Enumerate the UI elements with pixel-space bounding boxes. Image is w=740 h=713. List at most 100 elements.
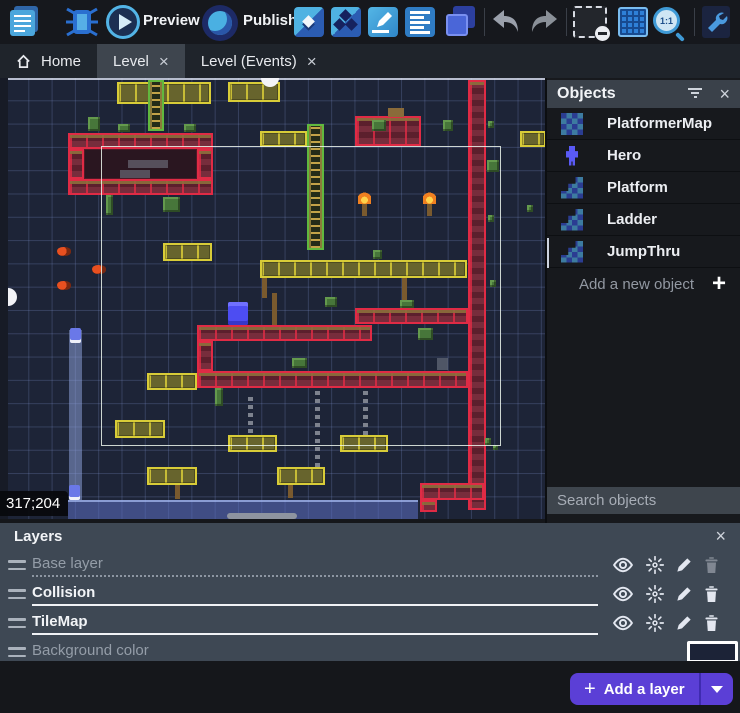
tile-yellow	[260, 260, 467, 278]
layer-name-field[interactable]: Base layer	[32, 553, 598, 577]
delete-layer-icon[interactable]	[704, 586, 719, 603]
toolbar-divider	[694, 8, 695, 36]
layer-name-field[interactable]: TileMap	[32, 611, 598, 635]
layer-name: TileMap	[32, 613, 88, 630]
edit-object-icon[interactable]	[368, 7, 398, 37]
tileset-icon	[561, 177, 583, 199]
object-item-platform[interactable]: Platform	[547, 172, 740, 204]
bottom-scrollbar-thumb[interactable]	[227, 513, 297, 519]
tab-home[interactable]: Home	[0, 44, 97, 78]
drag-handle-icon[interactable]	[8, 589, 26, 599]
effects-icon[interactable]	[646, 556, 664, 574]
tile-red	[197, 325, 372, 341]
events-sheet-icon[interactable]	[405, 7, 435, 37]
publish-button[interactable]	[202, 5, 238, 41]
level-canvas[interactable]	[8, 78, 545, 519]
tile-red	[355, 116, 421, 146]
close-tab-icon[interactable]: ×	[307, 53, 317, 70]
debugger-icon[interactable]	[64, 5, 100, 39]
preview-label[interactable]: Preview	[143, 12, 200, 29]
filter-icon[interactable]	[687, 88, 703, 100]
external-layout-icon[interactable]	[331, 7, 361, 37]
layer-name: Background color	[32, 642, 149, 659]
close-panel-icon[interactable]: ×	[715, 527, 726, 545]
toggle-grid-icon[interactable]	[618, 7, 648, 37]
drag-handle-icon[interactable]	[8, 560, 26, 570]
main-toolbar: Preview Publish	[0, 0, 740, 44]
object-item-platformermap[interactable]: PlatformerMap	[547, 108, 740, 140]
effects-icon[interactable]	[646, 614, 664, 632]
object-item-hero[interactable]: Hero	[547, 140, 740, 172]
drag-handle-icon[interactable]	[8, 618, 26, 628]
background-color-swatch[interactable]	[687, 641, 738, 663]
redo-button[interactable]	[527, 5, 561, 39]
drag-handle-icon[interactable]	[8, 647, 26, 657]
edit-layer-icon[interactable]	[676, 615, 692, 631]
object-item-jumpthru[interactable]: JumpThru	[547, 236, 740, 268]
zoom-1-1-icon[interactable]: 1:1	[651, 5, 689, 41]
gdevelop-window: Preview Publish	[0, 0, 740, 713]
tile-green	[490, 280, 496, 287]
tile-climber	[70, 328, 81, 343]
magnifier-icon: 1:1	[653, 7, 680, 34]
layer-name-field[interactable]: Collision	[32, 582, 598, 606]
layers-stack-icon[interactable]	[443, 5, 477, 39]
tile-bat	[57, 281, 71, 290]
close-tab-icon[interactable]: ×	[159, 53, 169, 70]
magnifier-handle-shape	[675, 32, 685, 42]
tab-label: Home	[41, 53, 81, 70]
tile-green	[106, 195, 113, 215]
tile-post	[288, 485, 293, 498]
search-input[interactable]	[557, 492, 740, 509]
chevron-down-icon	[711, 686, 723, 693]
add-layer-button[interactable]: + Add a layer	[570, 673, 699, 705]
panel-scrollbar-thumb[interactable]	[547, 238, 549, 268]
add-new-object-button[interactable]: Add a new object +	[547, 268, 740, 300]
layer-name: Collision	[32, 584, 95, 601]
tile-green	[373, 250, 382, 259]
visibility-icon[interactable]	[612, 586, 634, 602]
tab-label: Level (Events)	[201, 53, 297, 70]
tile-yellow	[520, 131, 545, 147]
tile-yellow	[340, 435, 388, 452]
object-name: Platform	[607, 179, 668, 196]
tile-red	[468, 80, 486, 510]
visibility-icon[interactable]	[612, 615, 634, 631]
tile-green	[184, 124, 196, 132]
tile-bat	[57, 247, 71, 256]
tab-bar: Home Level × Level (Events) ×	[0, 44, 740, 78]
edit-layer-icon[interactable]	[676, 586, 692, 602]
object-item-ladder[interactable]: Ladder	[547, 204, 740, 236]
wrench-glyph	[702, 6, 730, 38]
project-manager-icon[interactable]	[8, 5, 40, 37]
add-layer-split-button: + Add a layer	[570, 673, 733, 705]
tile-red	[68, 133, 213, 149]
delete-layer-icon[interactable]	[704, 615, 719, 632]
preferences-icon[interactable]	[702, 6, 730, 38]
tab-level[interactable]: Level ×	[97, 44, 185, 78]
add-layer-dropdown[interactable]	[699, 673, 733, 705]
close-panel-icon[interactable]: ×	[719, 85, 730, 103]
tile-green	[163, 197, 180, 212]
undo-arrow-icon	[490, 7, 522, 37]
visibility-icon[interactable]	[612, 557, 634, 573]
tile-green	[488, 121, 494, 128]
preview-button[interactable]	[106, 5, 140, 39]
effects-icon[interactable]	[646, 585, 664, 603]
edit-layer-icon[interactable]	[676, 557, 692, 573]
minus-icon	[595, 26, 610, 41]
undo-button[interactable]	[489, 5, 523, 39]
deselect-all-icon[interactable]	[573, 6, 607, 38]
tile-red	[197, 341, 213, 371]
layer-name: Base layer	[32, 555, 103, 572]
tab-level-events[interactable]: Level (Events) ×	[185, 44, 333, 78]
publish-label[interactable]: Publish	[243, 12, 297, 29]
vertical-scrollbar-thumb[interactable]	[8, 288, 17, 306]
tile-green	[215, 388, 223, 406]
layer-row-tilemap: TileMap	[0, 609, 740, 637]
tile-lightcol	[69, 330, 82, 500]
tile-post	[402, 278, 407, 300]
delete-layer-icon[interactable]	[704, 557, 719, 574]
object-search-bar	[547, 487, 740, 514]
edit-scene-icon[interactable]	[294, 7, 324, 37]
